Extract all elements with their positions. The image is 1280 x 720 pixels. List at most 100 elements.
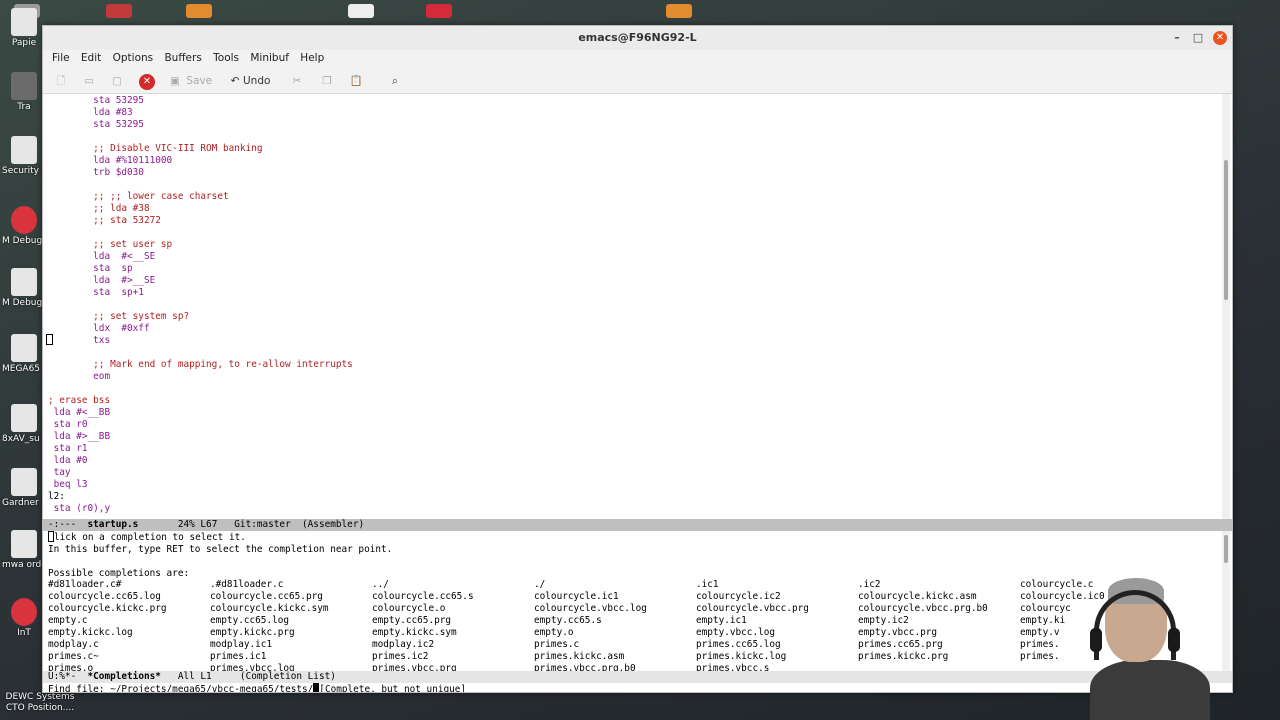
desktop-icon[interactable]: M Debugg <box>2 206 46 246</box>
completion-item[interactable]: primes.cc65.log <box>696 639 781 651</box>
minimize-icon[interactable]: – <box>1170 31 1184 45</box>
desktop-icon[interactable]: MEGA65 Parts-Or <box>2 334 46 374</box>
buffer-name[interactable]: startup.s <box>88 519 139 530</box>
completion-item[interactable]: primes.kickc.log <box>696 651 786 663</box>
editor-scrollbar[interactable] <box>1222 94 1230 519</box>
open-folder-button[interactable]: ▭ <box>81 72 97 90</box>
completion-item[interactable]: colourcycle.o <box>372 603 445 615</box>
cut-button[interactable]: ✂ <box>289 72 305 90</box>
save-button[interactable]: ▣ Save <box>167 72 212 90</box>
completion-item[interactable]: colourcycle.cc65.log <box>48 591 161 603</box>
code-line[interactable]: ldx #0xff <box>48 323 1221 335</box>
completion-item[interactable]: .ic1 <box>696 579 719 591</box>
dock-app-icon[interactable] <box>186 4 212 18</box>
vc-branch[interactable]: Git:master <box>234 519 290 530</box>
editor-buffer[interactable]: sta 53295 lda #83 sta 53295 ;; Disable V… <box>43 94 1221 519</box>
code-line[interactable]: sta 53295 <box>48 119 1221 131</box>
code-area[interactable]: sta 53295 lda #83 sta 53295 ;; Disable V… <box>43 94 1221 515</box>
completion-item[interactable]: empty.kickc.prg <box>210 627 295 639</box>
completion-item[interactable]: empty.ic2 <box>858 615 909 627</box>
code-line[interactable]: lda #>__BB <box>48 431 1221 443</box>
dock-app-icon[interactable] <box>106 4 132 18</box>
completion-item[interactable]: primes.c <box>534 639 579 651</box>
menu-edit[interactable]: Edit <box>77 50 105 64</box>
menu-minibuf[interactable]: Minibuf <box>246 50 293 64</box>
completion-item[interactable]: ./ <box>534 579 545 591</box>
menu-tools[interactable]: Tools <box>209 50 243 64</box>
search-button[interactable]: ⌕ <box>387 72 403 90</box>
completion-item[interactable]: modplay.ic1 <box>210 639 272 651</box>
code-line[interactable] <box>48 299 1221 311</box>
code-line[interactable]: ;; Disable VIC-III ROM banking <box>48 143 1221 155</box>
completion-item[interactable]: primes.ic1 <box>210 651 266 663</box>
code-line[interactable]: txs <box>48 335 1221 347</box>
code-line[interactable]: ;; set system sp? <box>48 311 1221 323</box>
code-line[interactable] <box>48 383 1221 395</box>
buffer-name[interactable]: *Completions* <box>88 671 161 682</box>
desktop-icon[interactable]: 8xAV_su ote_vide <box>2 404 46 444</box>
code-line[interactable] <box>48 227 1221 239</box>
code-line[interactable] <box>48 179 1221 191</box>
code-line[interactable]: sta r0 <box>48 419 1221 431</box>
completion-item[interactable]: empty.cc65.prg <box>372 615 451 627</box>
code-line[interactable]: eom <box>48 371 1221 383</box>
code-line[interactable]: lda #<__BB <box>48 407 1221 419</box>
code-line[interactable]: l2: <box>48 491 1221 503</box>
completion-item[interactable]: colourcycle.vbcc.prg <box>696 603 809 615</box>
completion-item[interactable]: empty.vbcc.prg <box>858 627 937 639</box>
major-mode[interactable]: (Completion List) <box>240 671 336 682</box>
completion-item[interactable]: colourcycle.cc65.s <box>372 591 474 603</box>
code-line[interactable]: beq l3 <box>48 479 1221 491</box>
completion-item[interactable]: empty.kickc.sym <box>372 627 457 639</box>
scrollbar-thumb[interactable] <box>1224 160 1228 300</box>
menu-file[interactable]: File <box>48 50 74 64</box>
completion-item[interactable]: empty.kickc.log <box>48 627 133 639</box>
menu-help[interactable]: Help <box>296 50 328 64</box>
completion-item[interactable]: empty.c <box>48 615 88 627</box>
major-mode[interactable]: (Assembler) <box>291 519 364 530</box>
completion-item[interactable]: empty.cc65.log <box>210 615 289 627</box>
code-line[interactable]: ;; sta 53272 <box>48 215 1221 227</box>
completion-item[interactable]: colourcycle.kickc.prg <box>48 603 167 615</box>
scrollbar-thumb[interactable] <box>1224 535 1228 563</box>
completion-item[interactable]: empty.vbcc.log <box>696 627 775 639</box>
new-file-button[interactable]: 🗋 <box>53 72 69 90</box>
code-line[interactable]: ; erase bss <box>48 395 1221 407</box>
completion-item[interactable]: primes.cc65.prg <box>858 639 943 651</box>
kill-buffer-button[interactable]: ✕ <box>139 72 155 90</box>
maximize-icon[interactable]: □ <box>1191 31 1205 45</box>
completion-item[interactable]: colourcycle.cc65.prg <box>210 591 323 603</box>
completion-item[interactable]: colourcycle.kickc.asm <box>858 591 977 603</box>
close-icon[interactable]: ✕ <box>1213 31 1227 45</box>
code-line[interactable]: lda #0 <box>48 455 1221 467</box>
copy-button[interactable]: ❐ <box>319 72 335 90</box>
code-line[interactable]: lda #83 <box>48 107 1221 119</box>
code-line[interactable]: sta sp <box>48 263 1221 275</box>
code-line[interactable]: sta (r0),y <box>48 503 1221 515</box>
dock-app-icon[interactable] <box>666 4 692 18</box>
undo-button[interactable]: ↶ Undo <box>227 72 271 90</box>
minibuffer-input[interactable]: ~/Projects/mega65/vbcc-mega65/tests/ <box>110 684 313 692</box>
completion-item[interactable]: modplay.ic2 <box>372 639 434 651</box>
completion-item[interactable]: empty.ic1 <box>696 615 747 627</box>
completions-buffer[interactable]: lick on a completion to select it. In th… <box>43 531 1221 676</box>
completion-item[interactable]: colourcycle.ic2 <box>696 591 781 603</box>
code-line[interactable]: sta r1 <box>48 443 1221 455</box>
desktop-icon[interactable]: Gardner n-Public <box>2 468 46 508</box>
code-line[interactable] <box>48 131 1221 143</box>
code-line[interactable]: sta 53295 <box>48 95 1221 107</box>
menu-options[interactable]: Options <box>109 50 158 64</box>
menu-buffers[interactable]: Buffers <box>160 50 205 64</box>
desktop-icon[interactable]: Security Parts-20 <box>2 136 46 176</box>
completion-item[interactable]: .#d81loader.c <box>210 579 283 591</box>
completion-item[interactable]: primes.kickc.prg <box>858 651 948 663</box>
title-bar[interactable]: emacs@F96NG92-L – □ ✕ <box>43 26 1232 50</box>
code-line[interactable]: ;; set user sp <box>48 239 1221 251</box>
code-line[interactable]: sta sp+1 <box>48 287 1221 299</box>
dock-app-icon[interactable] <box>426 4 452 18</box>
completion-item[interactable]: colourcycle.vbcc.prg.b0 <box>858 603 988 615</box>
desktop-icon[interactable]: InT <box>2 598 46 638</box>
desktop-icon[interactable]: Papie <box>2 8 46 48</box>
completion-item[interactable]: primes.c~ <box>48 651 99 663</box>
completion-item[interactable]: primes.kickc.asm <box>534 651 624 663</box>
